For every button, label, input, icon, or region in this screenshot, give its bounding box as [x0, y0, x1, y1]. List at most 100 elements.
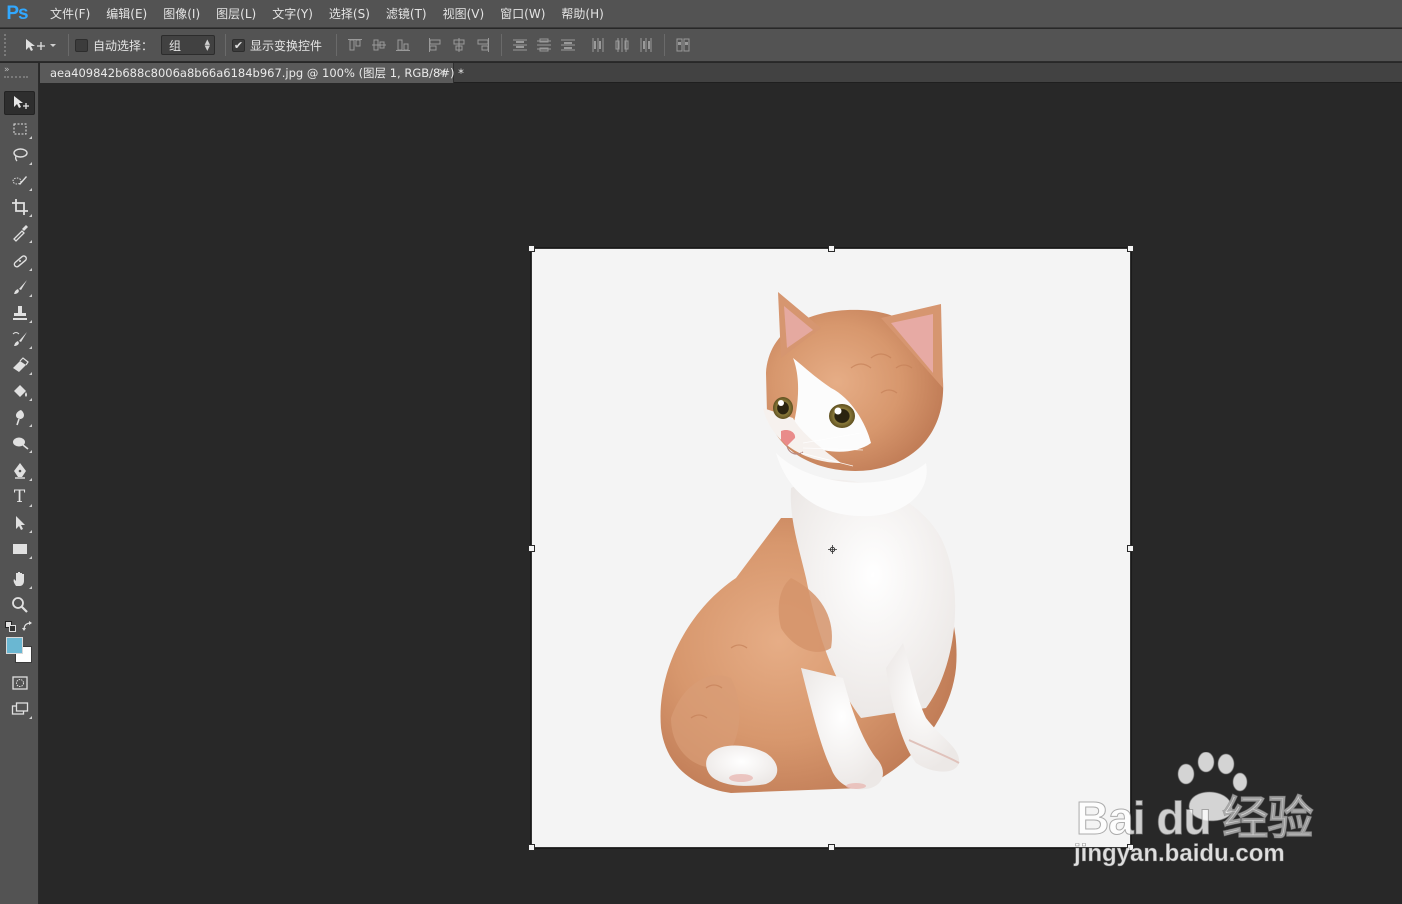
align-bottom-edges-button[interactable] [391, 33, 415, 57]
align-right-edges-button[interactable] [471, 33, 495, 57]
menu-layer[interactable]: 图层(L) [208, 0, 264, 28]
pen-tool[interactable] [4, 459, 35, 483]
menu-view[interactable]: 视图(V) [435, 0, 493, 28]
screen-mode-icon [11, 702, 28, 715]
document-tab[interactable]: aea409842b688c8006a8b66a6184b967.jpg @ 1… [40, 63, 464, 83]
align-horizontal-centers-button[interactable] [447, 33, 471, 57]
marquee-icon [13, 123, 26, 135]
document-tab-bar: aea409842b688c8006a8b66a6184b967.jpg @ 1… [40, 63, 1402, 83]
rectangle-tool[interactable] [4, 537, 35, 561]
dodge-icon [12, 437, 28, 450]
auto-select-checkbox[interactable] [75, 38, 88, 52]
separator [336, 34, 338, 56]
history-brush-tool[interactable] [4, 327, 35, 351]
hand-tool[interactable] [4, 567, 35, 591]
eyedropper-tool[interactable] [4, 221, 35, 245]
hand-icon [13, 572, 24, 586]
menu-type[interactable]: 文字(Y) [264, 0, 321, 28]
foreground-color-swatch[interactable] [6, 637, 23, 654]
menu-select[interactable]: 选择(S) [321, 0, 378, 28]
zoom-icon [11, 597, 28, 613]
separator [501, 34, 503, 56]
align-top-edges-button[interactable] [343, 33, 367, 57]
distribute-horizontal-centers-button[interactable] [610, 33, 634, 57]
menu-items: 文件(F) 编辑(E) 图像(I) 图层(L) 文字(Y) 选择(S) 滤镜(T… [42, 0, 612, 28]
path-selection-tool[interactable] [4, 511, 35, 535]
stamp-icon [12, 306, 27, 320]
dropdown-arrows-icon: ▲ ▼ [204, 38, 211, 52]
align-vertical-centers-button[interactable] [367, 33, 391, 57]
history-brush-icon [12, 332, 27, 346]
menu-bar: Ps 文件(F) 编辑(E) 图像(I) 图层(L) 文字(Y) 选择(S) 滤… [0, 0, 1402, 28]
options-bar-grip[interactable] [4, 34, 12, 56]
menu-window[interactable]: 窗口(W) [492, 0, 553, 28]
watermark-url: jingyan.baidu.com [1074, 840, 1285, 868]
distribute-right-edges-button[interactable] [634, 33, 658, 57]
options-bar: 自动选择： 组 ▲ ▼ ✔ 显示变换控件 [0, 29, 1402, 62]
menu-filter[interactable]: 滤镜(T) [378, 0, 435, 28]
collapse-panel-icon[interactable]: » [4, 66, 38, 75]
type-tool[interactable]: T [4, 485, 35, 509]
align-vertical-centers-icon [372, 39, 387, 51]
lasso-icon [12, 148, 28, 162]
type-tool-icon: T [13, 487, 26, 507]
paint-bucket-tool[interactable] [4, 379, 35, 403]
menu-edit[interactable]: 编辑(E) [98, 0, 155, 28]
align-top-edges-icon [348, 39, 363, 51]
clone-stamp-tool[interactable] [4, 301, 35, 325]
tools-panel-header[interactable]: » [0, 63, 38, 81]
distribute-top-edges-icon [513, 39, 528, 51]
separator [68, 34, 69, 56]
dodge-tool[interactable] [4, 431, 35, 455]
close-tab-icon[interactable]: × [438, 65, 447, 78]
eyedropper-icon [12, 225, 28, 242]
menu-file[interactable]: 文件(F) [42, 0, 98, 28]
document-tab-title: aea409842b688c8006a8b66a6184b967.jpg @ 1… [50, 66, 464, 80]
blur-icon [15, 410, 24, 426]
align-left-edges-button[interactable] [423, 33, 447, 57]
align-buttons [343, 33, 695, 57]
brush-icon [13, 280, 27, 294]
auto-align-layers-icon [676, 38, 690, 52]
quick-mask-icon [11, 676, 28, 690]
auto-select-value: 组 [169, 38, 182, 53]
distribute-horizontal-centers-icon [615, 38, 629, 52]
distribute-bottom-edges-button[interactable] [556, 33, 580, 57]
auto-select-label: 自动选择： [93, 38, 154, 53]
crop-tool[interactable] [4, 195, 35, 219]
align-bottom-edges-icon [396, 39, 411, 51]
default-colors-icon[interactable] [5, 621, 16, 632]
move-tool[interactable] [4, 91, 35, 115]
distribute-top-edges-button[interactable] [508, 33, 532, 57]
spot-healing-brush-tool[interactable] [4, 249, 35, 273]
pen-icon [13, 463, 26, 479]
watermark-logo-text: Bai du 经验 [1075, 792, 1313, 845]
tool-preset-picker[interactable] [18, 33, 62, 57]
distribute-vertical-centers-icon [537, 38, 552, 52]
brush-tool[interactable] [4, 275, 35, 299]
tools-panel: » T [0, 63, 39, 904]
distribute-left-edges-button[interactable] [586, 33, 610, 57]
panel-grip[interactable] [4, 76, 28, 78]
menu-help[interactable]: 帮助(H) [553, 0, 611, 28]
swap-colors-icon[interactable] [22, 621, 33, 632]
distribute-left-edges-icon [592, 38, 604, 52]
zoom-tool[interactable] [4, 593, 35, 617]
blur-tool[interactable] [4, 405, 35, 429]
distribute-vertical-centers-button[interactable] [532, 33, 556, 57]
auto-align-layers-button[interactable] [671, 33, 695, 57]
eraser-tool[interactable] [4, 353, 35, 377]
lasso-tool[interactable] [4, 143, 35, 167]
rectangular-marquee-tool[interactable] [4, 117, 35, 141]
path-selection-icon [15, 516, 25, 530]
show-transform-checkbox[interactable]: ✔ [232, 38, 246, 52]
quick-selection-tool[interactable] [4, 169, 35, 193]
quick-mask-button[interactable] [4, 671, 35, 695]
eraser-icon [12, 357, 29, 372]
menu-image[interactable]: 图像(I) [155, 0, 208, 28]
auto-select-dropdown[interactable]: 组 ▲ ▼ [161, 35, 216, 55]
screen-mode-button[interactable] [4, 697, 35, 721]
show-transform-label: 显示变换控件 [250, 38, 323, 53]
align-horizontal-centers-icon [453, 38, 465, 52]
healing-brush-icon [13, 255, 27, 268]
